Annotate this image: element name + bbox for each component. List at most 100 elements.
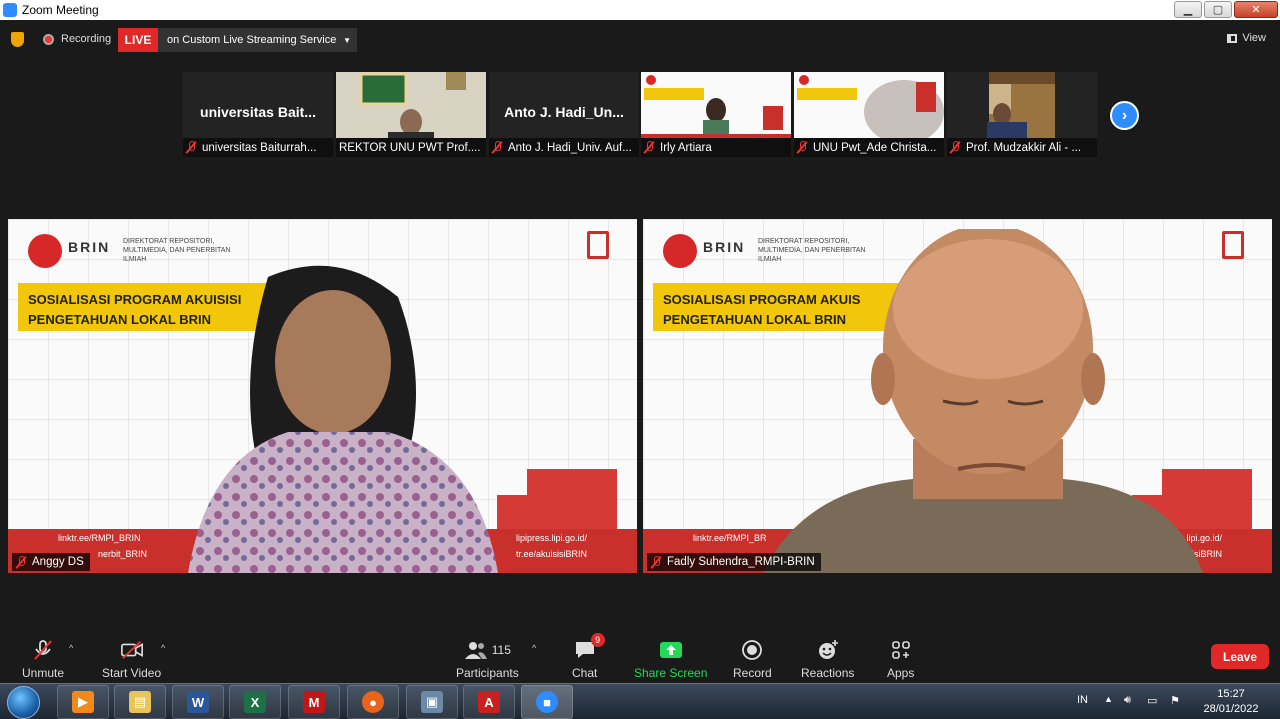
taskbar-zoom[interactable]: ■ — [521, 685, 573, 719]
thumbnail-caption: REKTOR UNU PWT Prof.... — [336, 138, 486, 157]
shield-icon: M — [303, 691, 325, 713]
next-page-arrow-icon[interactable]: › — [1110, 101, 1139, 130]
video-feed — [641, 72, 791, 138]
input-language[interactable]: IN — [1077, 694, 1088, 706]
brin-logo-icon — [28, 234, 62, 268]
taskbar-excel[interactable]: X — [229, 685, 281, 719]
unmute-button[interactable]: Unmute — [22, 639, 64, 680]
zoom-icon: ■ — [536, 691, 558, 713]
video-options-caret-icon[interactable]: ^ — [161, 643, 165, 653]
thumbnail-display-name: universitas Bait... — [200, 104, 316, 120]
leave-button[interactable]: Leave — [1211, 644, 1269, 669]
footer-link: lipipress.lipi.go.id/ — [515, 533, 587, 543]
picture-icon: ▣ — [421, 691, 443, 713]
window-title: Zoom Meeting — [22, 3, 99, 17]
live-stream-dropdown[interactable]: on Custom Live Streaming Service ▼ — [158, 28, 357, 52]
participant-name-label: Anggy DS — [12, 553, 90, 571]
mic-muted-icon — [186, 141, 196, 154]
thumbnail-caption: Anto J. Hadi_Univ. Auf... — [489, 138, 639, 157]
participants-icon: 115 — [457, 639, 517, 661]
maximize-button[interactable]: ▢ — [1204, 1, 1232, 18]
action-center-flag-icon[interactable]: ⚑ — [1170, 694, 1180, 707]
footer-link: linktr.ee/RMPI_BRIN — [58, 533, 141, 543]
reactions-button[interactable]: Reactions — [801, 639, 854, 680]
mic-muted-icon — [797, 141, 807, 154]
mic-muted-icon — [651, 555, 661, 569]
participants-button[interactable]: 115 Participants — [456, 639, 519, 680]
participant-thumbnail[interactable]: Anto J. Hadi_Un... Anto J. Hadi_Univ. Au… — [489, 72, 639, 157]
video-off-icon — [120, 639, 144, 661]
record-button[interactable]: Record — [733, 639, 772, 680]
participant-thumbnail[interactable]: UNU Pwt_Ade Christa... — [794, 72, 944, 157]
video-feed — [336, 72, 486, 138]
participants-count: 115 — [491, 643, 511, 657]
thumbnail-caption: Irly Artiara — [641, 138, 791, 157]
network-icon[interactable]: ▭ — [1147, 694, 1157, 707]
grid-view-icon — [1227, 33, 1238, 43]
system-clock[interactable]: 15:27 28/01/2022 — [1200, 687, 1262, 717]
main-video-tile[interactable]: BRIN DIREKTORAT REPOSITORI, MULTIMEDIA, … — [643, 219, 1272, 573]
brand-text: BRIN — [68, 239, 111, 255]
recording-dot-icon — [43, 34, 54, 45]
taskbar-media-player[interactable]: ▶ — [57, 685, 109, 719]
apps-button[interactable]: Apps — [887, 639, 914, 680]
excel-icon: X — [244, 691, 266, 713]
live-description: on Custom Live Streaming Service — [167, 34, 337, 46]
recording-label[interactable]: Recording — [61, 33, 111, 45]
chat-button[interactable]: 9 Chat — [572, 633, 605, 680]
mic-muted-icon — [950, 141, 960, 154]
view-label: View — [1242, 32, 1266, 44]
share-screen-button[interactable]: Share Screen — [634, 639, 707, 680]
participant-thumbnail[interactable]: Irly Artiara — [641, 72, 791, 157]
building-graphic — [497, 469, 617, 529]
participant-video — [763, 229, 1203, 573]
participant-video — [188, 265, 498, 573]
pdf-icon: A — [478, 691, 500, 713]
windows-taskbar: ▶ ▤ W X M ● ▣ A ■ IN ▲ 🔊︎ ▭ ⚑ 15:27 28/0… — [0, 683, 1280, 719]
windows-start-icon[interactable] — [7, 686, 40, 719]
document-icon — [587, 231, 609, 259]
record-icon — [740, 639, 764, 661]
audio-options-caret-icon[interactable]: ^ — [69, 643, 73, 653]
security-shield-icon[interactable] — [11, 32, 24, 47]
taskbar-mcafee[interactable]: M — [288, 685, 340, 719]
volume-icon[interactable]: 🔊︎ — [1124, 694, 1131, 707]
word-icon: W — [187, 691, 209, 713]
thumbnail-caption: UNU Pwt_Ade Christa... — [794, 138, 944, 157]
zoom-app-icon — [3, 3, 17, 17]
window-titlebar: Zoom Meeting ▁ ▢ ✕ — [0, 0, 1280, 20]
thumbnail-display-name: Anto J. Hadi_Un... — [504, 104, 624, 120]
participant-thumbnail[interactable]: universitas Bait... universitas Baiturra… — [183, 72, 333, 157]
participant-name-label: Fadly Suhendra_RMPI-BRIN — [647, 553, 821, 571]
thumbnail-caption: Prof. Mudzakkir Ali - ... — [947, 138, 1097, 157]
firefox-icon: ● — [362, 691, 384, 713]
taskbar-word[interactable]: W — [172, 685, 224, 719]
taskbar-photo-viewer[interactable]: ▣ — [406, 685, 458, 719]
smiley-icon — [816, 639, 840, 661]
apps-icon — [889, 639, 913, 661]
video-feed — [947, 72, 1097, 138]
view-button[interactable]: View — [1227, 32, 1266, 44]
minimize-button[interactable]: ▁ — [1174, 1, 1202, 18]
taskbar-explorer[interactable]: ▤ — [114, 685, 166, 719]
start-video-button[interactable]: Start Video — [102, 639, 161, 680]
folder-icon: ▤ — [129, 691, 151, 713]
thumbnail-caption: universitas Baiturrah... — [183, 138, 333, 157]
participants-options-caret-icon[interactable]: ^ — [532, 643, 536, 653]
close-window-button[interactable]: ✕ — [1234, 1, 1278, 18]
show-hidden-icons-icon[interactable]: ▲ — [1104, 694, 1113, 704]
media-player-icon: ▶ — [72, 691, 94, 713]
mic-muted-icon — [31, 639, 55, 661]
share-screen-icon — [659, 639, 683, 661]
meeting-topbar: Recording LIVE on Custom Live Streaming … — [0, 20, 1280, 60]
chevron-down-icon: ▼ — [343, 35, 351, 45]
taskbar-firefox[interactable]: ● — [347, 685, 399, 719]
footer-link: nerbit_BRIN — [98, 549, 148, 559]
participant-thumbnail[interactable]: Prof. Mudzakkir Ali - ... — [947, 72, 1097, 157]
participant-thumbnail[interactable]: REKTOR UNU PWT Prof.... — [336, 72, 486, 157]
meeting-toolbar: Unmute ^ Start Video ^ 115 Participants … — [0, 625, 1280, 683]
taskbar-acrobat[interactable]: A — [463, 685, 515, 719]
brin-logo-icon — [663, 234, 697, 268]
main-video-tile[interactable]: BRIN DIREKTORAT REPOSITORI, MULTIMEDIA, … — [8, 219, 637, 573]
mic-muted-icon — [644, 141, 654, 154]
